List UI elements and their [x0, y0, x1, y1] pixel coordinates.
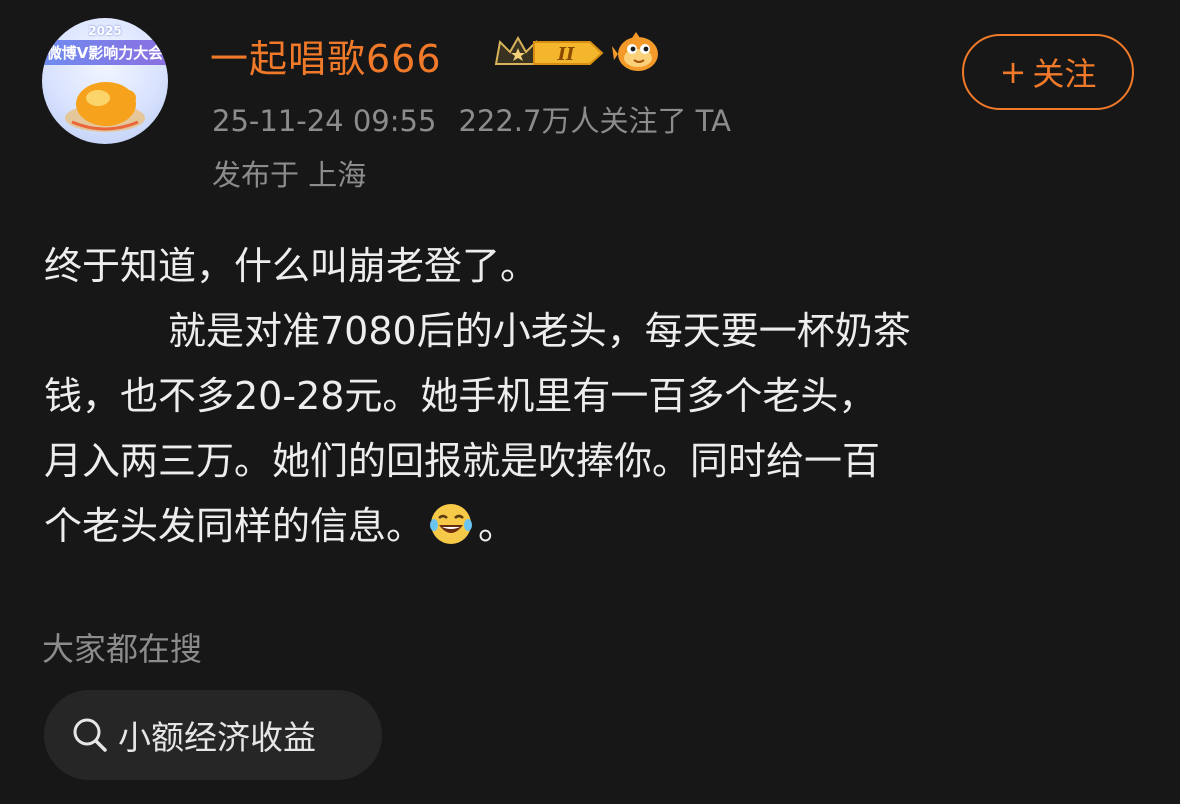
fish-mascot-icon [612, 32, 658, 71]
post-line-4: 月入两三万。她们的回报就是吹捧你。同时给一百 [44, 439, 881, 483]
post-line-2-text: 就是对准7080后的小老头，每天要一杯奶茶 [168, 309, 911, 353]
laughing-tears-emoji-icon [430, 504, 473, 544]
follow-button-label: 关注 [1032, 55, 1097, 93]
trending-search-title: 大家都在搜 [42, 630, 203, 668]
post-line-1: 终于知道，什么叫崩老登了。 [44, 244, 539, 288]
plus-icon: + [999, 53, 1027, 91]
post-content: 终于知道，什么叫崩老登了。 就是对准7080后的小老头，每天要一杯奶茶 钱，也不… [44, 234, 1134, 559]
search-icon [73, 718, 107, 752]
username[interactable]: 一起唱歌666 [210, 28, 442, 83]
post-location: 发布于 上海 [212, 158, 367, 192]
avatar[interactable]: 2025 微博V影响力大会 [42, 18, 168, 144]
post-line-5: 个老头发同样的信息。 。 [44, 494, 1134, 559]
trending-search-chip[interactable]: 小额经济收益 [44, 690, 382, 780]
post-line-5-text: 个老头发同样的信息。 [44, 504, 425, 548]
post-meta: 25-11-24 09:55 222.7万人关注了 TA [212, 98, 731, 140]
post-line-5-end: 。 [478, 504, 517, 548]
post-line-2: 就是对准7080后的小老头，每天要一杯奶茶 [44, 299, 1134, 364]
level-crown-badge-icon: II [494, 35, 604, 65]
trending-search-label: 小额经济收益 [118, 718, 316, 757]
post-timestamp: 25-11-24 09:55 [212, 104, 437, 138]
follow-button[interactable]: + 关注 [962, 34, 1134, 110]
avatar-mascot-icon [65, 82, 145, 132]
level-badge-text: II [557, 44, 575, 65]
follower-count: 222.7万人关注了 TA [458, 104, 731, 138]
post-line-3: 钱，也不多20-28元。她手机里有一百多个老头， [44, 374, 877, 418]
